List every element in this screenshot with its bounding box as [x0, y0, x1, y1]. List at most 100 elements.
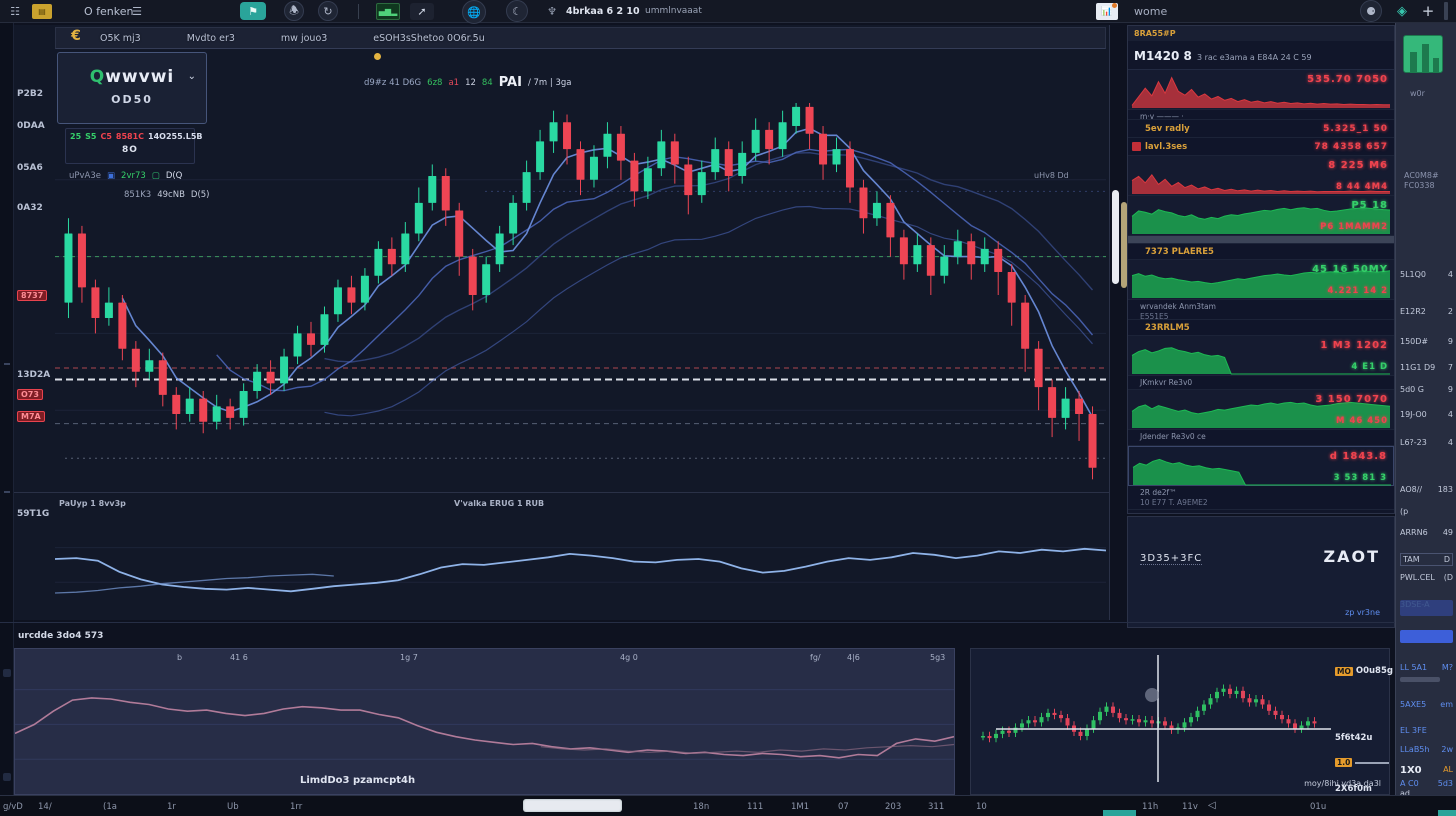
thumb-bar	[1422, 44, 1429, 72]
sidebar-price-row-3[interactable]: 11G1 D9 7	[1400, 363, 1453, 372]
trading-app: ☷ ▤ O fenken ☰ ⚑ 🕭 ↻ ▄▆▂ ➚ 🌐 ☾ ♆ 4brkaa …	[0, 0, 1456, 816]
price-value: 183	[1438, 485, 1453, 494]
sidebar-price-row-4[interactable]: 5d0 G9	[1400, 385, 1453, 394]
grid-menu-icon[interactable]: ☷	[6, 3, 24, 19]
sidebar-action-3[interactable]	[1400, 677, 1440, 682]
mini-candlestick-chart	[971, 649, 1389, 794]
price-value: 7	[1448, 363, 1453, 372]
subpanel-divider	[14, 492, 1109, 493]
sidebar-price-row-1[interactable]: E12R22	[1400, 307, 1453, 316]
watchlist-row-13[interactable]: 3 150 7070M 46 450	[1128, 390, 1394, 430]
price-label: 11G1 D9	[1400, 363, 1435, 372]
watchlist-row-0[interactable]: 535.70 7050	[1128, 70, 1394, 110]
watchlist-row-2[interactable]: 5ev radly5.325_1 50	[1128, 120, 1394, 138]
chart-scrollbar[interactable]	[1112, 190, 1119, 284]
sidebar-price-row-5[interactable]: 19J-O04	[1400, 410, 1453, 419]
timeline-scrollbar-thumb[interactable]	[523, 799, 622, 812]
workspace-label: wome	[1134, 3, 1167, 19]
drag-handle[interactable]	[1444, 2, 1448, 20]
action-label: A C0	[1400, 779, 1419, 788]
mini-chart-badge: 2X6f0m	[1335, 784, 1372, 794]
watchlist-row-15[interactable]: d 1843.83 53 81 3	[1128, 446, 1394, 486]
volume-chart[interactable]	[55, 513, 1106, 618]
menu-item-0[interactable]: O5K mj3	[100, 33, 141, 44]
watchlist-row-8[interactable]: 45 16 50MY4.221 14 2	[1128, 260, 1394, 300]
top-toolbar: ☷ ▤ O fenken ☰ ⚑ 🕭 ↻ ▄▆▂ ➚ 🌐 ☾ ♆ 4brkaa …	[0, 0, 1456, 23]
sidebar-price-row-6[interactable]: L6?-234	[1400, 438, 1453, 447]
bottom-right-chart-panel[interactable]: moy/8ihi yd3a.da3l	[970, 648, 1390, 795]
watchlist-row-10[interactable]: 23RRLM5	[1128, 320, 1394, 336]
pin-icon[interactable]: ♆	[546, 3, 558, 19]
sidebar-price-row-11[interactable]: PWL.CEL(D	[1400, 573, 1453, 582]
wallet-icon[interactable]: ▤	[32, 4, 52, 19]
back-arrow-icon[interactable]: ◁	[1208, 800, 1216, 811]
sidebar-price-row-2[interactable]: 150D#9	[1400, 337, 1453, 346]
line-chart-tick: fg/	[810, 653, 821, 662]
action-value: M?	[1442, 663, 1453, 672]
refresh-icon[interactable]: ↻	[318, 1, 338, 21]
sidebar-price-row-0[interactable]: 5L1Q04	[1400, 270, 1453, 279]
menu-item-2[interactable]: mw jouo3	[281, 33, 327, 44]
watchlist-row-4[interactable]: 8 225 M68 44 4M4	[1128, 156, 1394, 196]
sidebar-action-1[interactable]	[1400, 630, 1453, 643]
watchlist-row-label: 7373 PLAERE5	[1145, 247, 1214, 257]
watchlist-row-9[interactable]: wrvandek Anm3tamE551E5	[1128, 300, 1394, 320]
flag-button[interactable]: ⚑	[240, 2, 266, 20]
watchlist-row-1[interactable]: m·v ——— ·	[1128, 110, 1394, 120]
watchlist-row-7[interactable]: 7373 PLAERE5	[1128, 244, 1394, 260]
watchlist-row-12[interactable]: JKmkvr Re3v0	[1128, 376, 1394, 390]
watchlist-subprice: P6 1MAMM2	[1320, 222, 1388, 232]
action-value: 5d3	[1438, 779, 1453, 788]
symbol-timeframe: OD50	[58, 93, 206, 106]
chart-legend: d9#z 41 D6G6z8a11284PAI/ 7m | 3ga	[364, 75, 572, 90]
strip-icon[interactable]	[3, 773, 11, 781]
thumbnail-chart-icon[interactable]	[1403, 35, 1443, 73]
watchlist-row-14[interactable]: Jdender Re3v0 ce	[1128, 430, 1394, 446]
candlestick-chart[interactable]	[55, 95, 1106, 492]
mini-chart-icon[interactable]: ▄▆▂	[376, 3, 400, 20]
price-chip: 1.0	[1335, 758, 1352, 767]
add-tab-button[interactable]: +	[1420, 3, 1436, 19]
watchlist-scrollbar[interactable]	[1128, 236, 1394, 244]
watchlist-row-5[interactable]: P5 18P6 1MAMM2	[1128, 196, 1394, 236]
alert-dot	[374, 53, 381, 60]
globe-icon[interactable]: 🌐	[462, 0, 486, 24]
sidebar-note-2: AC0M8#	[1404, 171, 1439, 180]
menu-item-1[interactable]: Mvdto er3	[187, 33, 235, 44]
account-label: O fenken	[84, 3, 133, 19]
bottom-left-chart-panel[interactable]: b41 61g 74g 0fg/4|65g3 LimdDo3 pzamcpt4h	[14, 648, 955, 795]
watchlist-price: 5.325_1 50	[1323, 124, 1388, 134]
profile-icon[interactable]: ☾	[506, 0, 528, 22]
line-chart-tick: 5g3	[930, 653, 945, 662]
sidebar-action-0[interactable]: 3DSE-A	[1400, 600, 1453, 616]
price-value: (D	[1444, 573, 1453, 582]
sidebar-price-row-7[interactable]: AO8// 183	[1400, 485, 1453, 494]
price-label: 19J-O0	[1400, 410, 1427, 419]
watchlist-title[interactable]: M1420 8 3 rac e3ama a E84A 24 C 59	[1128, 41, 1394, 70]
watchlist-row-16[interactable]: 2R de2f™10 E77 T. A9EME2	[1128, 486, 1394, 510]
line-chart	[15, 649, 954, 794]
time-axis-label: 311	[928, 802, 944, 812]
chart-menubar: € O5K mj3Mvdto er3mw jouo3eSOH3sShetoo 0…	[55, 27, 1106, 49]
strip-icon[interactable]	[3, 669, 11, 677]
bell-icon[interactable]: 🕭	[284, 1, 304, 21]
sidebar-price-row-9[interactable]: ARRN649	[1400, 528, 1453, 537]
watchlist-row-11[interactable]: 1 M3 12024 E1 D	[1128, 336, 1394, 376]
sidebar-note-3: FC0338	[1404, 181, 1435, 190]
thumb-bar	[1410, 52, 1417, 72]
sidebar-price-row-10[interactable]: TAMD	[1400, 553, 1453, 566]
diamond-icon[interactable]: ◈	[1392, 2, 1412, 20]
mini-chart-badge: 5f6t42u	[1335, 733, 1372, 743]
share-arrow-icon[interactable]: ➚	[410, 3, 434, 20]
sidebar-price-row-8[interactable]: (p	[1400, 507, 1453, 516]
sidebar-note: w0r	[1410, 89, 1425, 98]
watchlist-row-3[interactable]: lavl.3ses78 4358 657	[1128, 138, 1394, 156]
chevron-down-icon[interactable]: ⌄	[188, 71, 196, 82]
hamburger-icon[interactable]: ☰	[130, 3, 144, 19]
menu-item-3[interactable]: eSOH3sShetoo 0O6r.5u	[373, 33, 484, 44]
action-value: AL	[1443, 765, 1453, 776]
price-label: AO8//	[1400, 485, 1422, 494]
symbol-dropdown[interactable]: Qwwvwi ⌄ OD50	[57, 52, 207, 124]
brand-logo-icon[interactable]: ⚈	[1360, 0, 1382, 22]
time-axis-label: 14/	[38, 802, 52, 812]
